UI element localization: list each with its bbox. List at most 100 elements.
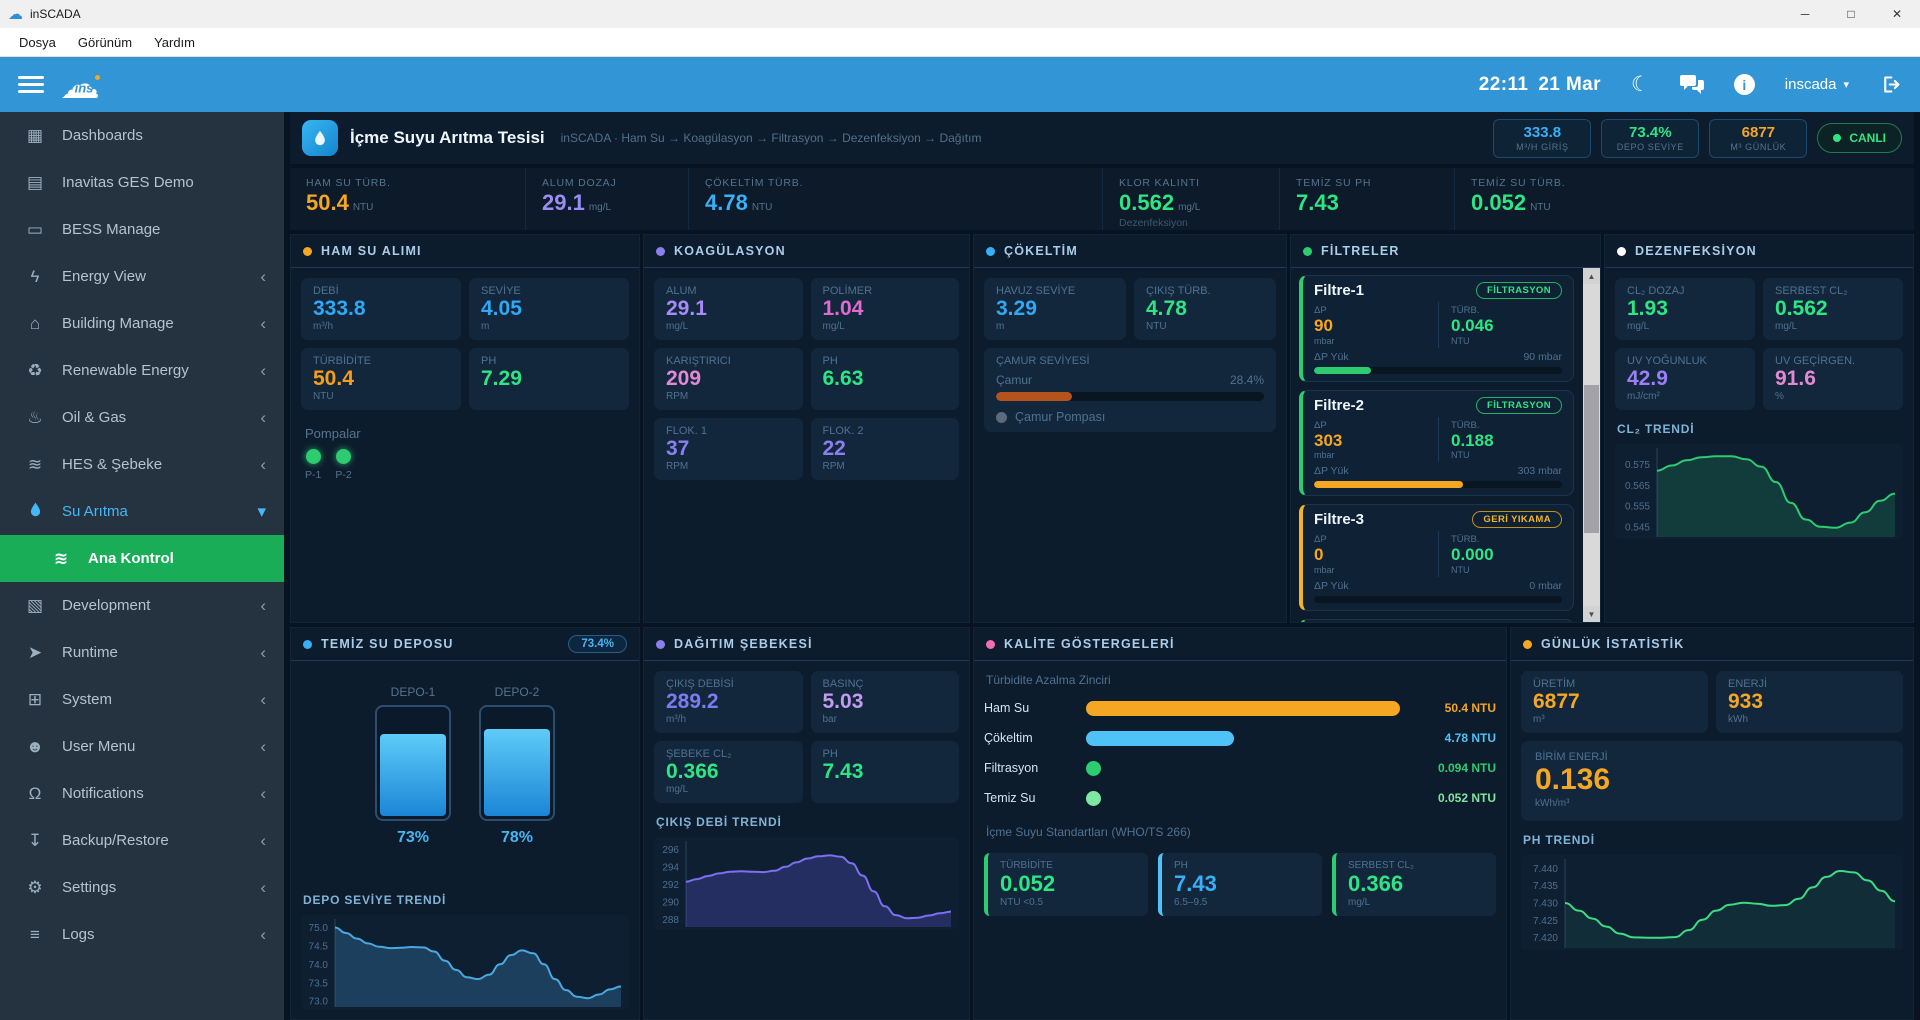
breadcrumb: inSCADA · Ham Su → Koagülasyon → Filtras…: [560, 131, 982, 145]
sidebar-item-backup-restore[interactable]: ↧ Backup/Restore ‹: [0, 817, 284, 864]
waves-icon: ≋: [53, 548, 69, 568]
standard-card-turbidite: TÜRBİDİTE 0.052 NTU <0.5: [984, 853, 1148, 917]
status-dot: [656, 246, 665, 256]
window-title: inSCADA: [30, 7, 81, 21]
sidebar-item-runtime[interactable]: ➤ Runtime ‹: [0, 629, 284, 676]
scroll-down-arrow[interactable]: ▼: [1583, 606, 1600, 622]
panel-title: KALİTE GÖSTERGELERİ: [1004, 637, 1175, 651]
dark-mode-moon-icon[interactable]: ☾: [1631, 72, 1650, 97]
info-icon[interactable]: i: [1733, 74, 1755, 95]
battery-icon: ▭: [26, 219, 44, 239]
sidebar-item-dashboards[interactable]: ▦ Dashboards: [0, 112, 284, 159]
user-menu-dropdown[interactable]: inscada ▾: [1785, 76, 1849, 93]
chevron-left-icon: ‹: [260, 877, 266, 897]
dashboard-header: İçme Suyu Arıtma Tesisi inSCADA · Ham Su…: [290, 112, 1914, 164]
minimize-button[interactable]: ─: [1782, 0, 1828, 28]
ph-trend-chart: 7.440 7.435 7.430 7.425 7.420: [1521, 854, 1903, 950]
sidebar-item-ana-kontrol[interactable]: ≋ Ana Kontrol: [0, 535, 284, 582]
outflow-trend-chart: 296 294 292 290 288: [654, 837, 959, 930]
chevron-down-icon: ▾: [1843, 79, 1849, 91]
sidebar-item-hes-sebeke[interactable]: ≋ HES & Şebeke ‹: [0, 441, 284, 488]
panel-title: ÇÖKELTİM: [1004, 244, 1078, 258]
sidebar-item-user-menu[interactable]: ☻ User Menu ‹: [0, 723, 284, 770]
pumps-status: Pompalar P-1 P-2: [305, 426, 361, 482]
bell-icon: Ω: [28, 783, 42, 803]
svg-text:73.0: 73.0: [309, 997, 329, 1008]
appbar: ☁ ins 22:11 21 Mar ☾ i inscada ▾: [0, 57, 1920, 112]
sidebar-item-building-manage[interactable]: ⌂ Building Manage ‹: [0, 300, 284, 347]
table-icon: ▤: [26, 172, 44, 192]
status-dot: [656, 639, 665, 649]
chat-icon[interactable]: [1679, 74, 1704, 95]
logout-icon[interactable]: [1879, 74, 1902, 95]
user-icon: ☻: [26, 736, 44, 756]
svg-text:0.545: 0.545: [1625, 523, 1650, 534]
panel-title: GÜNLÜK İSTATİSTİK: [1541, 637, 1685, 651]
page-title: İçme Suyu Arıtma Tesisi: [350, 128, 545, 147]
menu-yardim[interactable]: Yardım: [143, 28, 206, 57]
metric-card-basinc: BASINÇ 5.03 bar: [810, 671, 959, 734]
filter-card-4: Filtre-4 FİLTRASYON: [1299, 618, 1574, 622]
clock: 22:11 21 Mar: [1478, 73, 1601, 95]
sidebar-item-oil-gas[interactable]: ♨ Oil & Gas ‹: [0, 394, 284, 441]
metric-card-uv-yogunluk: UV YOĞUNLUK 42.9 mJ/cm²: [1615, 348, 1755, 411]
sidebar-item-inavitas-ges-demo[interactable]: ▤ Inavitas GES Demo: [0, 159, 284, 206]
metric-card-turbidite: TÜRBİDİTE 50.4 NTU: [301, 348, 461, 411]
chevron-left-icon: ‹: [260, 266, 266, 286]
filter-status-badge: FİLTRASYON: [1476, 396, 1562, 414]
gears-icon: ⚙: [27, 877, 43, 897]
maximize-button[interactable]: □: [1828, 0, 1874, 28]
sidebar-item-bess-manage[interactable]: ▭ BESS Manage: [0, 206, 284, 253]
main-dashboard: İçme Suyu Arıtma Tesisi inSCADA · Ham Su…: [284, 112, 1920, 1020]
dp-load-bar: [1314, 595, 1562, 603]
menu-gorunum[interactable]: Görünüm: [67, 28, 143, 57]
sidebar-item-system[interactable]: ⊞ System ‹: [0, 676, 284, 723]
sidebar-item-su-aritma[interactable]: Su Arıtma ▾: [0, 488, 284, 535]
hamburger-menu-icon[interactable]: [18, 76, 44, 93]
sidebar-item-notifications[interactable]: Ω Notifications ‹: [0, 770, 284, 817]
kpi-klor-kalinti: KLOR KALINTI 0.562 mg/L Dezenfeksiyon: [1102, 168, 1279, 230]
metric-card-enerji: ENERJİ 933 kWh: [1716, 671, 1903, 734]
chain-row-ham-su: Ham Su 50.4 NTU: [984, 700, 1496, 716]
status-dot: [303, 639, 312, 649]
menu-dosya[interactable]: Dosya: [8, 28, 67, 57]
tank-gauges: DEPO-1 73% DEPO-2 78%: [301, 671, 629, 849]
kpi-temiz-su-turb: TEMİZ SU TÜRB. 0.052 NTU: [1454, 168, 1914, 230]
sidebar-item-settings[interactable]: ⚙ Settings ‹: [0, 864, 284, 911]
panel-dezenfeksiyon: DEZENFEKSİYON CL₂ DOZAJ 1.93 mg/L SERBES…: [1604, 234, 1914, 623]
window-titlebar: ☁ inSCADA ─ □ ✕: [0, 0, 1920, 28]
inflow-badge: 333.8 M³/H GİRİŞ: [1493, 118, 1592, 158]
scroll-up-arrow[interactable]: ▲: [1583, 268, 1600, 284]
sidebar-item-energy-view[interactable]: ϟ Energy View ‹: [0, 253, 284, 300]
svg-text:0.555: 0.555: [1625, 502, 1650, 513]
panel-cokeltim: ÇÖKELTİM HAVUZ SEVİYE 3.29 m ÇIKIŞ TÜRB.…: [973, 234, 1287, 623]
metric-card-seviye: SEVİYE 4.05 m: [469, 278, 629, 341]
scrollbar: ▲ ▼: [1583, 268, 1600, 622]
status-dot: [986, 246, 995, 256]
metric-card-flok2: FLOK. 2 22 RPM: [810, 418, 959, 481]
metric-card-karistirici: KARIŞTIRICI 209 RPM: [654, 348, 803, 411]
chevron-down-icon: ▾: [257, 501, 266, 521]
metric-card-cl2-dozaj: CL₂ DOZAJ 1.93 mg/L: [1615, 278, 1755, 341]
svg-text:74.0: 74.0: [309, 960, 329, 971]
status-dot: [986, 639, 995, 649]
metric-card-uretim: ÜRETİM 6877 m³: [1521, 671, 1708, 734]
svg-text:7.420: 7.420: [1533, 933, 1558, 944]
panel-temiz-su-deposu: TEMİZ SU DEPOSU 73.4% DEPO-1 73% DEPO-2: [290, 627, 640, 1020]
close-button[interactable]: ✕: [1874, 0, 1920, 28]
panel-kalite-gostergeleri: KALİTE GÖSTERGELERİ Türbidite Azalma Zin…: [973, 627, 1507, 1020]
metric-card-ph: PH 7.29: [469, 348, 629, 411]
sidebar-item-development[interactable]: ▧ Development ‹: [0, 582, 284, 629]
section-label: Türbidite Azalma Zinciri: [986, 673, 1111, 687]
sludge-level-card: ÇAMUR SEVİYESİ Çamur 28.4% Çamur Pompası: [984, 348, 1276, 433]
svg-text:7.435: 7.435: [1533, 881, 1558, 892]
svg-text:292: 292: [662, 880, 679, 891]
svg-text:290: 290: [662, 898, 679, 909]
scrollbar-thumb[interactable]: [1584, 384, 1599, 534]
sidebar-item-logs[interactable]: ≡ Logs ‹: [0, 911, 284, 958]
section-label: İçme Suyu Standartları (WHO/TS 266): [986, 825, 1191, 839]
leaf-icon: ♻: [27, 360, 43, 380]
sidebar-item-renewable-energy[interactable]: ♻ Renewable Energy ‹: [0, 347, 284, 394]
svg-text:296: 296: [662, 845, 679, 856]
panel-title: KOAGÜLASYON: [674, 244, 786, 258]
